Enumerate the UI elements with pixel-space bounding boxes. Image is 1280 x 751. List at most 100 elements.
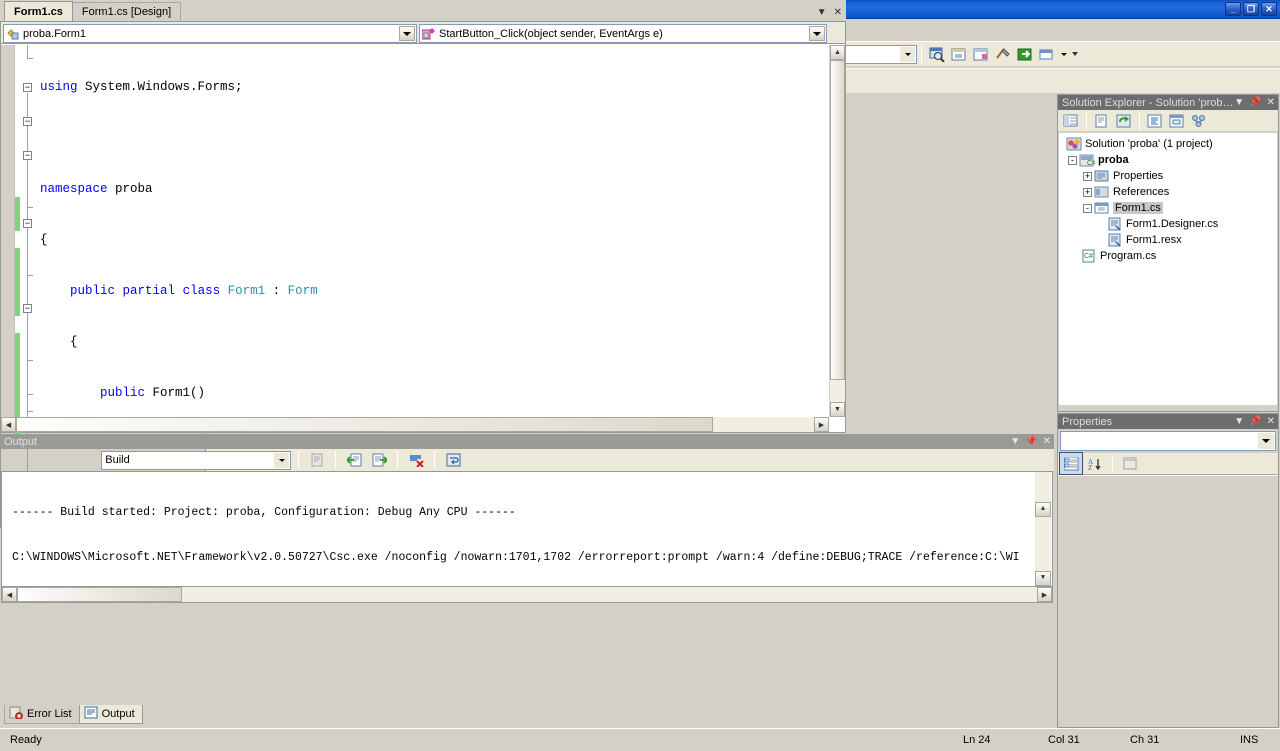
tree-label: Properties [1113, 170, 1164, 182]
editor-vertical-scrollbar[interactable]: ▲ ▼ [829, 45, 845, 417]
solution-explorer-close-icon[interactable]: ✕ [1267, 97, 1275, 108]
show-output-from-combo[interactable]: Build [101, 450, 292, 470]
tree-item-properties[interactable]: + Properties [1059, 168, 1277, 184]
outline-collapse-form-load-icon[interactable]: − [23, 219, 32, 228]
restore-button[interactable]: ❐ [1243, 2, 1259, 16]
expander-toggle[interactable]: - [1066, 155, 1079, 165]
properties-grid[interactable] [1058, 475, 1278, 720]
output-text[interactable]: ------ Build started: Project: proba, Co… [1, 471, 1053, 587]
find-message-icon[interactable] [306, 450, 328, 471]
expand-icon[interactable]: + [1083, 187, 1092, 197]
dock-tab-output[interactable]: Output [78, 705, 143, 724]
tree-item-program-cs[interactable]: C# Program.cs [1059, 248, 1277, 264]
outline-collapse-click-icon[interactable]: − [23, 304, 32, 313]
output-panel: Output ▼ 📌 ✕ Show output from: Build [0, 434, 1054, 603]
dock-tab-error-list[interactable]: Error List [4, 705, 80, 724]
properties-object-combo[interactable] [1060, 431, 1276, 451]
chevron-down-icon[interactable] [274, 452, 290, 468]
other-windows-icon[interactable] [1036, 44, 1058, 65]
outline-collapse-ctor-icon[interactable]: − [23, 151, 32, 160]
object-browser-icon[interactable] [1014, 44, 1036, 65]
toolbar-overflow-icon[interactable] [1069, 44, 1080, 65]
output-autohide-pin-icon[interactable]: 📌 [1025, 436, 1037, 447]
output-close-icon[interactable]: ✕ [1043, 436, 1051, 447]
solution-explorer-autohide-pin-icon[interactable]: 📌 [1249, 97, 1261, 108]
outline-collapse-namespace-icon[interactable]: − [23, 83, 32, 92]
properties-autohide-pin-icon[interactable]: 📌 [1249, 416, 1261, 427]
scroll-right-button[interactable]: ▶ [814, 417, 829, 432]
refresh-icon[interactable] [1113, 110, 1135, 131]
scroll-left-button[interactable]: ◀ [2, 587, 17, 602]
expander-toggle[interactable]: + [1081, 187, 1094, 197]
tab-form1-cs-design[interactable]: Form1.cs [Design] [71, 2, 182, 21]
scroll-right-button[interactable]: ▶ [1037, 587, 1052, 602]
alphabetical-icon[interactable]: AZ [1084, 453, 1106, 474]
toolbar-separator [1139, 111, 1140, 130]
vertical-scroll-thumb[interactable] [830, 60, 845, 380]
clear-all-icon[interactable] [405, 450, 427, 471]
solution-tree[interactable]: Solution 'proba' (1 project) - C# proba … [1059, 133, 1277, 405]
code-text[interactable]: using System.Windows.Forms; namespace pr… [36, 45, 845, 432]
properties-window-menu-icon[interactable]: ▼ [1234, 416, 1244, 427]
tree-item-solution[interactable]: Solution 'proba' (1 project) [1059, 136, 1277, 152]
scroll-down-button[interactable]: ▼ [1035, 571, 1051, 586]
expander-toggle[interactable]: - [1081, 203, 1094, 213]
scroll-down-button[interactable]: ▼ [830, 402, 845, 417]
chevron-down-icon[interactable] [399, 26, 415, 41]
scroll-left-button[interactable]: ◀ [1, 417, 16, 432]
member-navigation-value: StartButton_Click(object sender, EventAr… [439, 27, 663, 40]
show-all-files-icon[interactable] [1091, 110, 1113, 131]
expand-icon[interactable]: + [1083, 171, 1092, 181]
collapse-icon[interactable]: - [1068, 155, 1077, 165]
minimize-button[interactable]: _ [1225, 2, 1241, 16]
close-button[interactable]: ✕ [1261, 2, 1277, 16]
class-diagram-icon[interactable] [1188, 110, 1210, 131]
go-to-previous-message-icon[interactable] [343, 450, 365, 471]
class-icon [6, 27, 20, 41]
expander-toggle[interactable]: + [1081, 171, 1094, 181]
code-editor-surface[interactable]: − − − − − using System.Windows.Forms; na… [1, 45, 845, 553]
go-to-next-message-icon[interactable] [368, 450, 390, 471]
outline-collapse-class-icon[interactable]: − [23, 117, 32, 126]
scroll-up-button[interactable]: ▲ [1035, 502, 1051, 517]
chevron-down-icon[interactable] [1258, 433, 1274, 449]
tree-item-form1-designer-cs[interactable]: Form1.Designer.cs [1059, 216, 1277, 232]
output-vertical-scrollbar[interactable]: ▲ ▼ [1035, 472, 1051, 586]
output-horizontal-scrollbar[interactable]: ◀ ▶ [1, 587, 1053, 603]
view-code-icon[interactable] [1144, 110, 1166, 131]
chevron-down-icon[interactable] [900, 46, 915, 62]
type-navigation-combo[interactable]: proba.Form1 [3, 24, 417, 43]
properties-icon[interactable] [1060, 110, 1082, 131]
tree-item-form1-resx[interactable]: Form1.resx [1059, 232, 1277, 248]
tree-item-references[interactable]: + References [1059, 184, 1277, 200]
editor-close-icon[interactable]: ✕ [834, 7, 842, 18]
tree-item-project[interactable]: - C# proba [1059, 152, 1277, 168]
view-designer-icon[interactable] [1166, 110, 1188, 131]
solution-explorer-title: Solution Explorer - Solution 'prob… [1062, 96, 1234, 109]
property-pages-icon[interactable] [1119, 453, 1141, 474]
properties-window-icon[interactable] [970, 44, 992, 65]
categorized-icon[interactable] [1059, 452, 1083, 475]
scroll-up-button[interactable]: ▲ [830, 45, 845, 60]
horizontal-scroll-thumb[interactable] [17, 587, 182, 602]
member-navigation-combo[interactable]: StartButton_Click(object sender, EventAr… [419, 24, 827, 43]
editor-window-menu-icon[interactable]: ▼ [817, 7, 827, 18]
find-in-files-icon[interactable] [926, 44, 948, 65]
output-window-menu-icon[interactable]: ▼ [1010, 436, 1020, 447]
properties-close-icon[interactable]: ✕ [1267, 416, 1275, 427]
outlining-margin[interactable]: − − − − − [20, 45, 36, 553]
editor-horizontal-scrollbar[interactable]: ◀ ▶ [1, 417, 829, 432]
solution-explorer-icon[interactable] [948, 44, 970, 65]
collapse-icon[interactable]: - [1083, 203, 1092, 213]
show-output-from-value: Build [105, 454, 130, 466]
toolbox-icon[interactable] [992, 44, 1014, 65]
tab-form1-cs[interactable]: Form1.cs [4, 1, 73, 21]
chevron-down-icon[interactable] [809, 26, 825, 41]
toggle-word-wrap-icon[interactable] [442, 450, 464, 471]
other-windows-dropdown-icon[interactable] [1058, 44, 1069, 65]
solution-explorer-window-menu-icon[interactable]: ▼ [1234, 97, 1244, 108]
tree-label: Program.cs [1100, 250, 1157, 262]
indicator-margin[interactable] [1, 45, 15, 432]
tree-item-form1-cs[interactable]: - Form1.cs [1059, 200, 1277, 216]
horizontal-scroll-thumb[interactable] [16, 417, 713, 432]
